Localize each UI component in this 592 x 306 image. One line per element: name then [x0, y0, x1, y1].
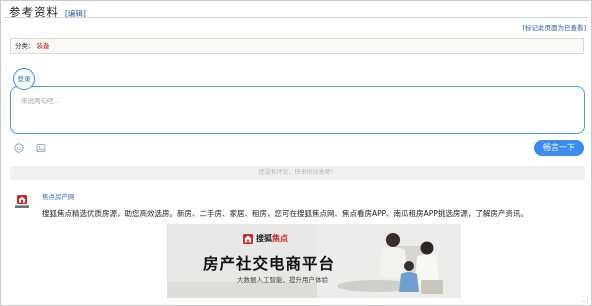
banner-brand: 搜狐焦点 [243, 233, 288, 244]
empty-comments-notice: 还没有评论，快来抢沙发吧！ [10, 166, 585, 180]
resize-corner-icon [582, 296, 588, 302]
header-divider [4, 17, 588, 18]
sohu-focus-logo[interactable] [14, 194, 30, 210]
ad-banner[interactable]: 搜狐焦点 房产社交电商平台 大数据人工智能，提升用户体验 [167, 224, 461, 298]
banner-brand-name: 搜狐焦点 [256, 233, 288, 244]
category-label: 分类： [15, 42, 35, 50]
comment-input[interactable]: 来说两句吧... [10, 86, 585, 134]
ad-source-link[interactable]: 焦点房产网 [42, 191, 75, 201]
house-logo-icon [243, 233, 253, 244]
banner-headline: 房产社交电商平台 [203, 255, 336, 273]
banner-brand-sohu: 搜狐 [256, 234, 272, 243]
mark-viewed-link[interactable]: [标记此页面为已查看] [522, 22, 586, 32]
emoji-icon[interactable] [14, 143, 24, 153]
category-value-link[interactable]: 装备 [37, 42, 50, 50]
comment-placeholder: 来说两句吧... [21, 97, 60, 105]
login-button[interactable]: 登录 [13, 68, 35, 90]
category-box: 分类： 装备 [10, 38, 584, 54]
banner-brand-focus: 焦点 [272, 234, 288, 243]
banner-subline: 大数据人工智能，提升用户体验 [237, 276, 328, 284]
comment-toolbar [14, 143, 46, 153]
family-photo-illustration [379, 233, 443, 294]
submit-comment-button[interactable]: 畅言一下 [534, 140, 584, 156]
image-icon[interactable] [36, 143, 46, 153]
ad-description[interactable]: 搜狐焦点精选优质房源，助您高效选房。新房、二手房、家居、租房，您可在搜狐焦点网、… [42, 208, 528, 219]
